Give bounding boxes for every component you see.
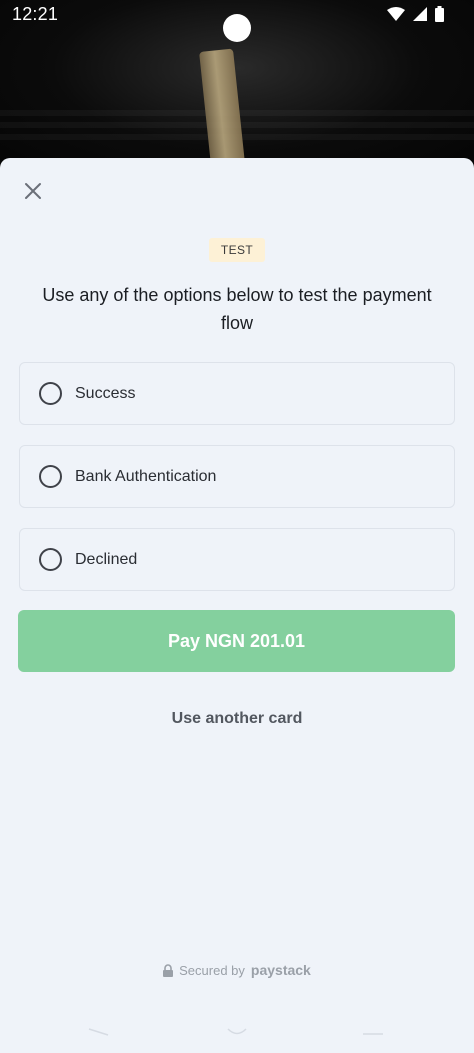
pay-button[interactable]: Pay NGN 201.01 <box>18 610 455 672</box>
wifi-icon <box>387 7 405 21</box>
option-bank-authentication[interactable]: Bank Authentication <box>19 445 455 508</box>
status-time: 12:21 <box>12 4 59 24</box>
option-declined[interactable]: Declined <box>19 528 455 591</box>
payment-sheet: TEST Use any of the options below to tes… <box>0 158 474 1053</box>
option-label: Success <box>75 384 136 402</box>
close-icon <box>25 183 41 199</box>
option-label: Declined <box>75 550 138 568</box>
option-success[interactable]: Success <box>19 362 455 425</box>
sheet-title: Use any of the options below to test the… <box>42 285 432 333</box>
test-badge: TEST <box>209 238 265 262</box>
lock-icon <box>163 963 174 977</box>
status-bar: 12:21 <box>0 0 474 30</box>
status-icons <box>387 6 444 22</box>
radio-icon <box>39 382 62 405</box>
battery-icon <box>435 6 444 22</box>
option-label: Bank Authentication <box>75 467 217 485</box>
candle-image <box>199 48 245 167</box>
nav-back-hint <box>88 1028 109 1036</box>
nav-home-hint <box>227 1028 247 1035</box>
radio-icon <box>39 548 62 571</box>
secured-by-footer: Secured by paystack <box>0 962 474 978</box>
use-another-card-link[interactable]: Use another card <box>0 710 474 728</box>
nav-recents-hint <box>363 1033 383 1035</box>
close-button[interactable] <box>22 180 44 202</box>
radio-icon <box>39 465 62 488</box>
secured-text: Secured by <box>179 962 245 978</box>
signal-icon <box>413 7 427 21</box>
paystack-brand: paystack <box>250 962 311 978</box>
